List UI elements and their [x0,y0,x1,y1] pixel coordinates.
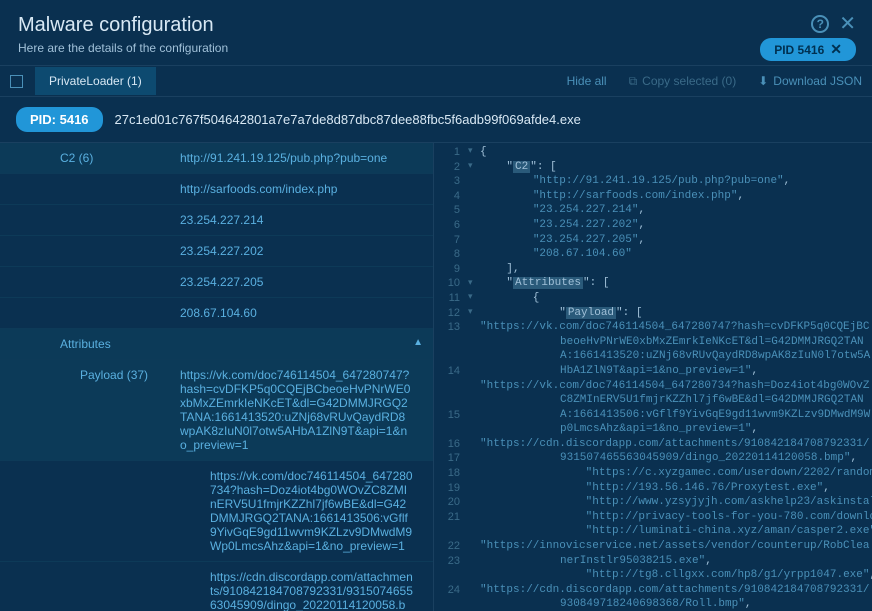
copy-icon: ⧉ [629,74,638,89]
c2-section-header[interactable]: C2 (6) http://91.241.19.125/pub.php?pub=… [0,143,433,174]
header: Malware configuration Here are the detai… [0,0,872,65]
pid-badge-label: PID 5416 [774,43,824,57]
attributes-label: Attributes [10,337,180,351]
line-gutter: 123456789101112131415161718192021222324 [434,143,466,611]
copy-selected-label: Copy selected (0) [642,74,736,88]
list-item[interactable]: 208.67.104.60 [0,298,433,329]
list-item[interactable]: https://vk.com/doc746114504_647280747?ha… [180,368,423,452]
c2-label: C2 (6) [10,151,180,165]
json-code[interactable]: { "C2": [ "http://91.241.19.125/pub.php?… [480,143,872,611]
list-item[interactable]: https://vk.com/doc746114504_647280734?ha… [0,461,433,562]
toolbar-actions: Hide all ⧉ Copy selected (0) ⬇ Download … [567,74,862,89]
fold-marker-icon[interactable]: ▾ [468,160,473,171]
hide-all-button[interactable]: Hide all [567,74,607,88]
list-item[interactable]: https://cdn.discordapp.com/attachments/9… [0,562,433,611]
download-json-label: Download JSON [773,74,862,88]
payload-label: Payload (37) [10,368,180,452]
config-tree-panel[interactable]: C2 (6) http://91.241.19.125/pub.php?pub=… [0,143,434,611]
content: C2 (6) http://91.241.19.125/pub.php?pub=… [0,143,872,611]
fold-marker-icon[interactable]: ▾ [468,306,473,317]
json-viewer-panel[interactable]: 123456789101112131415161718192021222324 … [434,143,872,611]
download-json-button[interactable]: ⬇ Download JSON [758,74,862,88]
pid-highlight[interactable]: PID: 5416 [16,107,103,132]
attributes-section-header[interactable]: Attributes ▲ [0,329,433,360]
download-icon: ⬇ [758,74,768,88]
fold-marker-icon[interactable]: ▾ [468,291,473,302]
help-icon[interactable]: ? [811,15,829,33]
copy-selected-button[interactable]: ⧉ Copy selected (0) [629,74,737,89]
list-item[interactable]: http://91.241.19.125/pub.php?pub=one [180,151,423,165]
fold-marker-icon[interactable]: ▾ [468,145,473,156]
select-all-checkbox[interactable] [10,75,23,88]
pid-row: PID: 5416 27c1ed01c767f504642801a7e7a7de… [0,97,872,143]
chevron-up-icon[interactable]: ▲ [413,337,423,351]
header-actions: ? ✕ [811,14,856,34]
list-item[interactable]: 23.254.227.214 [0,205,433,236]
page-subtitle: Here are the details of the configuratio… [18,41,854,55]
payload-section-header[interactable]: Payload (37) https://vk.com/doc746114504… [0,360,433,461]
pid-badge[interactable]: PID 5416 ✕ [760,38,856,61]
close-icon[interactable]: ✕ [839,14,856,34]
filename: 27c1ed01c767f504642801a7e7a7de8d87dbc87d… [115,112,581,127]
tabs-bar: PrivateLoader (1) Hide all ⧉ Copy select… [0,65,872,97]
fold-gutter: ▾ ▾ ▾ ▾ ▾ [466,143,480,611]
list-item[interactable]: 23.254.227.202 [0,236,433,267]
tab-privateloader[interactable]: PrivateLoader (1) [35,67,156,95]
list-item[interactable]: http://sarfoods.com/index.php [0,174,433,205]
fold-marker-icon[interactable]: ▾ [468,277,473,288]
pid-badge-close-icon[interactable]: ✕ [830,41,842,58]
list-item[interactable]: 23.254.227.205 [0,267,433,298]
page-title: Malware configuration [18,14,854,37]
